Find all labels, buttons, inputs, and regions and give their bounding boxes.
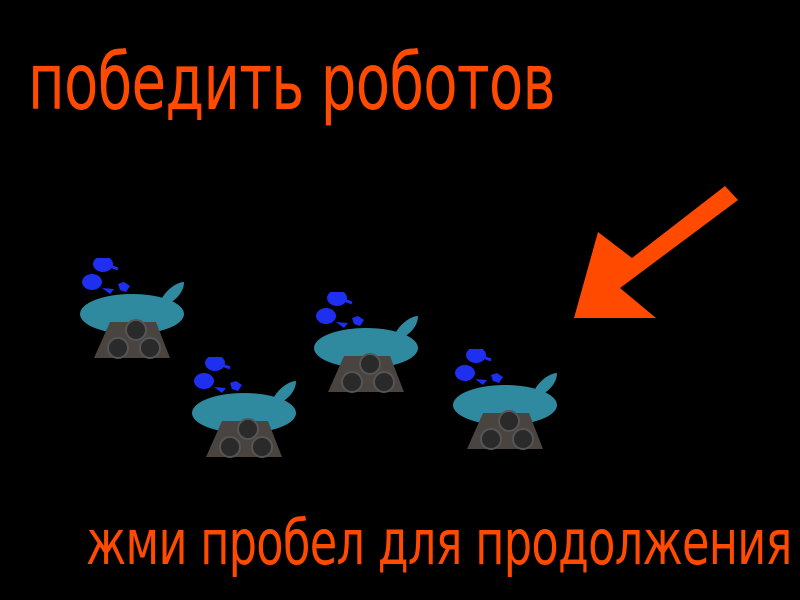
pointer-arrow-icon [574,186,738,318]
robot-2 [192,357,298,459]
game-screen: победить роботов жми пробел для продолже… [0,0,800,600]
robot-3 [314,292,420,394]
continue-prompt: жми пробел для продолжения [86,506,792,579]
robot-4 [453,349,559,451]
screen-title: победить роботов [28,38,556,128]
robot-1 [80,258,186,360]
